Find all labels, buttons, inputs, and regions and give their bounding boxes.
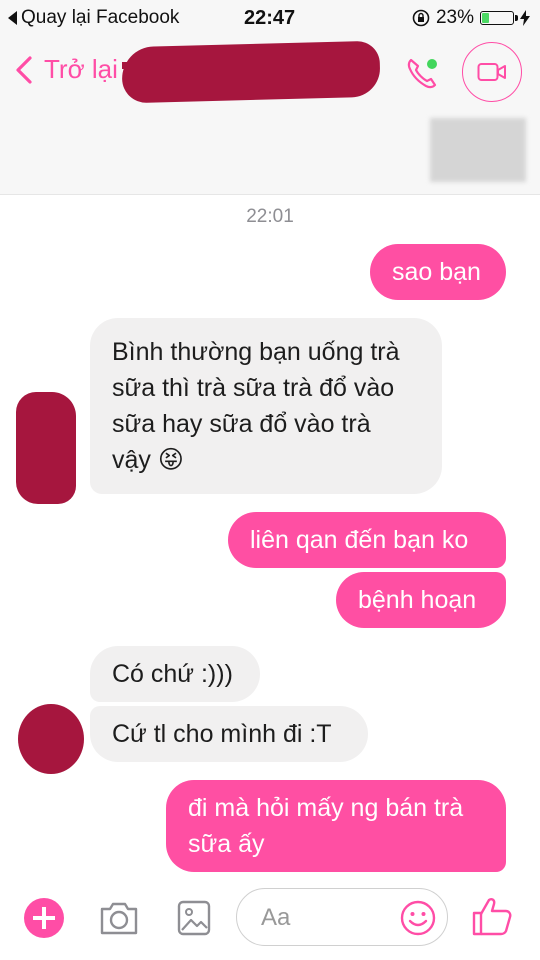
camera-icon[interactable]	[98, 898, 140, 938]
timestamp: 22:01	[246, 206, 294, 227]
message-text-line: sữa thì trà sữa trà đổ vào	[112, 374, 395, 402]
message-text: liên qan đến bạn ko	[250, 526, 469, 554]
plus-icon[interactable]	[24, 898, 64, 938]
clock: 22:47	[244, 7, 296, 29]
message-text: sao bạn	[392, 258, 481, 286]
message-text-line: đi mà hỏi mấy ng bán trà	[188, 794, 464, 822]
message-bubble-outgoing[interactable]: liên qan đến bạn ko	[228, 512, 506, 568]
status-bar: Quay lại Facebook 22:47 23%	[0, 0, 540, 36]
back-to-facebook[interactable]: Quay lại Facebook	[8, 7, 179, 29]
rotation-lock-icon	[412, 9, 430, 27]
back-triangle-icon	[8, 11, 17, 25]
avatar	[18, 704, 84, 774]
blurred-thumbnail	[430, 118, 526, 182]
message-bubble-outgoing[interactable]: sao bạn	[370, 244, 506, 300]
message-bubble-outgoing[interactable]: bệnh hoạn	[336, 572, 506, 628]
message-input[interactable]	[259, 899, 393, 937]
message-bubble-incoming[interactable]: Cứ tl cho mình đi :T	[90, 706, 368, 762]
battery-percent: 23%	[435, 7, 474, 28]
chevron-left-icon	[16, 55, 32, 84]
conversation-header: Trở lại	[0, 36, 540, 109]
pinned-banner	[0, 108, 540, 195]
message-text: bệnh hoạn	[358, 586, 477, 614]
video-call-button[interactable]	[462, 42, 522, 102]
message-text-line: Bình thường bạn uống trà	[112, 338, 400, 366]
video-camera-icon	[477, 63, 506, 81]
avatar	[16, 392, 76, 504]
phone-icon[interactable]	[402, 54, 442, 94]
message-text-line: vậy 😝	[112, 446, 184, 474]
back-button-label: Trở lại	[44, 54, 118, 84]
image-icon[interactable]	[176, 898, 212, 938]
message-text: Cứ tl cho mình đi :T	[112, 720, 332, 748]
message-text: Có chứ :)))	[112, 660, 233, 688]
contact-name-redacted	[121, 40, 381, 104]
back-to-facebook-label: Quay lại Facebook	[21, 7, 180, 28]
charging-bolt-icon	[520, 10, 530, 26]
message-input-wrapper	[236, 888, 448, 946]
message-composer	[0, 876, 540, 960]
message-bubble-incoming[interactable]: Bình thường bạn uống trà sữa thì trà sữa…	[90, 318, 442, 494]
message-bubble-outgoing[interactable]: đi mà hỏi mấy ng bán trà sữa ấy	[166, 780, 506, 872]
battery-icon	[480, 11, 518, 25]
emoji-icon[interactable]	[399, 899, 437, 937]
message-bubble-incoming[interactable]: Có chứ :)))	[90, 646, 260, 702]
thumbs-up-icon[interactable]	[470, 894, 514, 938]
message-text-line: sữa hay sữa đổ vào trà	[112, 410, 371, 438]
back-button[interactable]: Trở lại	[14, 54, 118, 85]
message-text-line: sữa ấy	[188, 830, 265, 858]
